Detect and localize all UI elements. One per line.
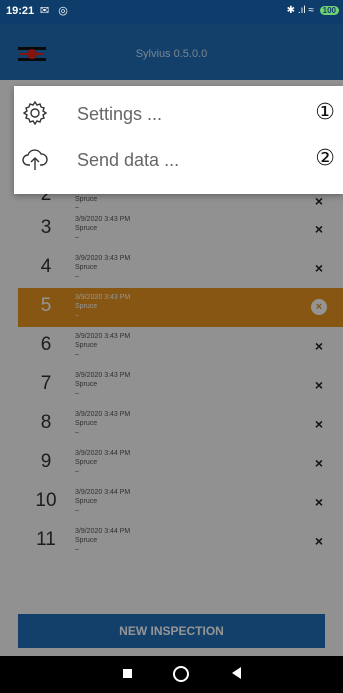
recents-icon[interactable]: [123, 669, 132, 678]
system-nav-bar: [0, 656, 343, 693]
home-icon[interactable]: [173, 666, 189, 682]
menu-item-settings[interactable]: Settings ... ①: [14, 94, 343, 136]
menu-item-label: Settings ...: [77, 104, 163, 124]
status-bar: 19:21 ✉ ◎ ✱ .ıl ≈ 100: [0, 0, 343, 24]
system-icons: ✱ .ıl ≈ 100: [287, 5, 339, 16]
battery-icon: 100: [319, 6, 339, 15]
status-time: 19:21: [6, 5, 35, 17]
back-icon[interactable]: [232, 667, 241, 679]
gear-icon: [22, 100, 48, 126]
signal-wifi-icons: ✱ .ıl ≈: [286, 5, 314, 16]
menu-item-label: Send data ...: [77, 150, 180, 170]
overflow-menu: Settings ... ① Send data ... ②: [14, 86, 343, 194]
menu-item-send-data[interactable]: Send data ... ②: [14, 140, 343, 182]
notification-icons: ✉ ◎: [40, 5, 71, 17]
menu-item-marker: ②: [315, 146, 335, 171]
menu-item-marker: ①: [315, 100, 335, 125]
cloud-upload-icon: [22, 149, 48, 170]
